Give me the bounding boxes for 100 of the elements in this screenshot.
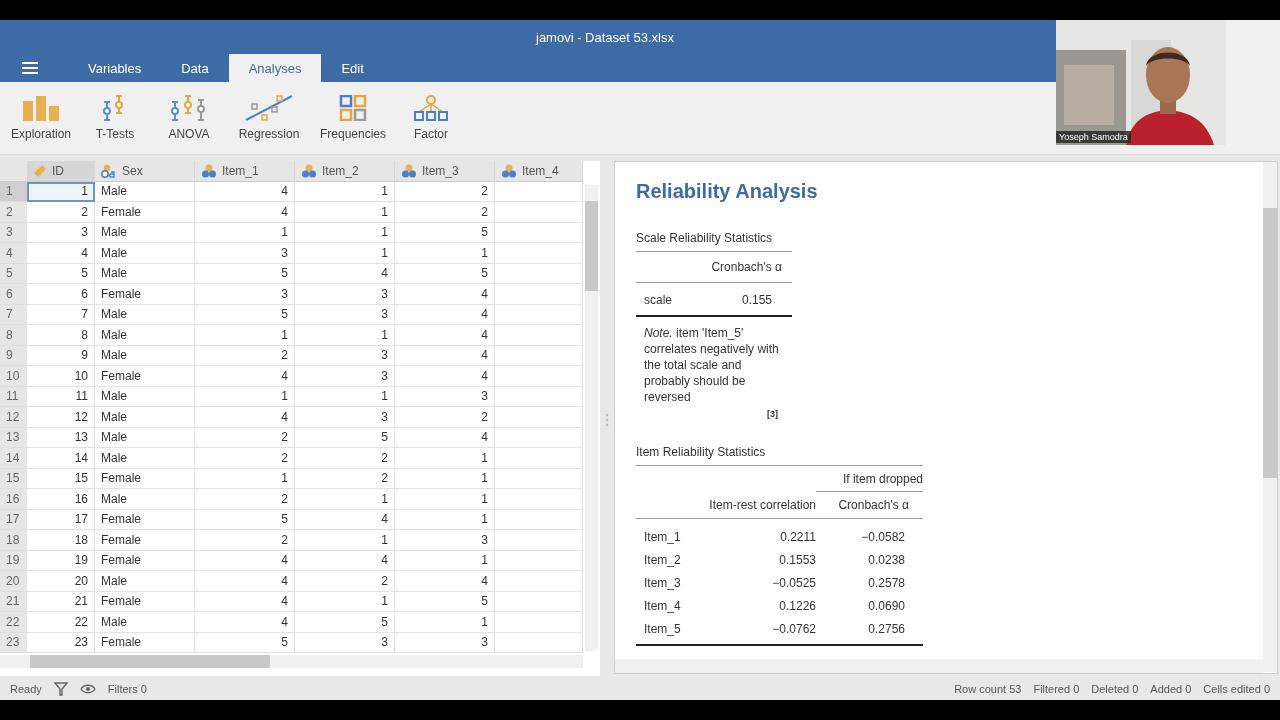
row-number[interactable]: 16 — [0, 489, 27, 510]
table-cell: 4 — [395, 284, 495, 305]
table-cell: 4 — [195, 591, 295, 612]
row-number[interactable]: 12 — [0, 407, 27, 428]
table-cell: Female — [95, 284, 195, 305]
table-cell: 1 — [295, 591, 395, 612]
table-cell: 3 — [295, 345, 395, 366]
status-text: Ready — [10, 683, 42, 695]
table-cell: 5 — [27, 263, 95, 284]
reference-mark: [3] — [767, 409, 778, 419]
menu-tab[interactable]: Edit — [321, 54, 384, 82]
table-cell: Male — [95, 243, 195, 264]
row-number[interactable]: 19 — [0, 550, 27, 571]
table-cell: 21 — [27, 591, 95, 612]
table-cell: 22 — [27, 612, 95, 633]
row-number[interactable]: 4 — [0, 243, 27, 264]
row-number[interactable]: 11 — [0, 386, 27, 407]
row-number[interactable]: 2 — [0, 202, 27, 223]
table-cell-text: 0.2211 — [779, 529, 816, 544]
table-cell: 4 — [195, 550, 295, 571]
table-cell-text: Item_1 — [644, 529, 682, 544]
table-cell: 8 — [27, 325, 95, 346]
table-cell-text: −0.0525 — [771, 575, 816, 590]
table-cell: Male — [95, 489, 195, 510]
table-cell: Male — [95, 427, 195, 448]
table-cell: 1 — [395, 468, 495, 489]
table-title: Scale Reliability Statistics — [636, 231, 792, 252]
table-cell: 1 — [295, 181, 395, 202]
table-cell: 20 — [27, 571, 95, 592]
table-cell: 1 — [295, 222, 395, 243]
analysis-button[interactable]: ANOVA — [154, 82, 224, 154]
row-number[interactable]: 9 — [0, 345, 27, 366]
menu-tab[interactable]: Variables — [68, 54, 162, 82]
table-cell: 4 — [295, 263, 395, 284]
table-cell: 4 — [195, 202, 295, 223]
table-cell: 4 — [195, 612, 295, 633]
table-cell: 15 — [27, 468, 95, 489]
row-number[interactable]: 17 — [0, 509, 27, 530]
table-cell: 6 — [27, 284, 95, 305]
table-cell: 1 — [395, 509, 495, 530]
table-cell: 4 — [295, 550, 395, 571]
row-number[interactable]: 14 — [0, 448, 27, 469]
table-cell: 3 — [27, 222, 95, 243]
table-cell: 1 — [295, 243, 395, 264]
analysis-button[interactable]: T-Tests — [80, 82, 150, 154]
row-number[interactable]: 23 — [0, 632, 27, 653]
status-text: Added 0 — [1150, 683, 1192, 695]
table-cell: Male — [95, 612, 195, 633]
table-cell: 2 — [295, 571, 395, 592]
table-cell: 5 — [295, 612, 395, 633]
table-cell-text: −0.0762 — [771, 621, 816, 636]
row-number[interactable]: 15 — [0, 468, 27, 489]
column-header[interactable]: ID — [27, 161, 95, 182]
row-number[interactable]: 1 — [0, 181, 27, 202]
table-cell: 2 — [395, 407, 495, 428]
analysis-button[interactable]: Regression — [228, 82, 310, 154]
table-cell: 3 — [295, 284, 395, 305]
column-header[interactable]: Item_4 — [495, 161, 583, 182]
row-number[interactable]: 6 — [0, 284, 27, 305]
table-cell: 0.155 — [741, 293, 772, 307]
column-header[interactable]: Item_2 — [295, 161, 395, 182]
row-number[interactable]: 18 — [0, 530, 27, 551]
table-cell-text: 0.1553 — [778, 552, 816, 567]
table-cell: 1 — [395, 448, 495, 469]
row-number[interactable]: 5 — [0, 263, 27, 284]
row-number[interactable]: 7 — [0, 304, 27, 325]
table-cell: 4 — [395, 427, 495, 448]
table-cell: 1 — [295, 386, 395, 407]
table-cell: 5 — [395, 591, 495, 612]
status-text: Row count 53 — [954, 683, 1022, 695]
status-text: Filtered 0 — [1033, 683, 1080, 695]
row-number[interactable]: 21 — [0, 591, 27, 612]
row-number[interactable]: 10 — [0, 366, 27, 387]
analysis-button[interactable]: Frequencies — [314, 82, 392, 154]
column-header[interactable]: Item_3 — [395, 161, 495, 182]
analysis-button[interactable]: Factor — [396, 82, 466, 154]
table-cell-text: 0.2578 — [867, 575, 906, 590]
row-number[interactable]: 20 — [0, 571, 27, 592]
table-cell: 1 — [295, 202, 395, 223]
row-number[interactable]: 22 — [0, 612, 27, 633]
table-cell: Male — [95, 304, 195, 325]
table-cell-text: 0.1226 — [778, 598, 816, 613]
row-number[interactable]: 8 — [0, 325, 27, 346]
column-header[interactable]: Item_1 — [195, 161, 295, 182]
table-cell: Male — [95, 571, 195, 592]
column-header[interactable]: Sex — [95, 161, 195, 182]
table-cell: Female — [95, 468, 195, 489]
table-cell: 4 — [27, 243, 95, 264]
row-number[interactable]: 13 — [0, 427, 27, 448]
table-cell-text: −0.0582 — [860, 529, 906, 544]
table-cell: 3 — [295, 304, 395, 325]
menu-tab[interactable]: Data — [161, 54, 229, 82]
table-cell: Female — [95, 530, 195, 551]
table-cell: 9 — [27, 345, 95, 366]
table-cell: 4 — [395, 366, 495, 387]
table-cell: 13 — [27, 427, 95, 448]
analysis-button[interactable]: Exploration — [6, 82, 76, 154]
row-number[interactable]: 3 — [0, 222, 27, 243]
table-cell: Female — [95, 202, 195, 223]
menu-tab[interactable]: Analyses — [228, 54, 322, 82]
